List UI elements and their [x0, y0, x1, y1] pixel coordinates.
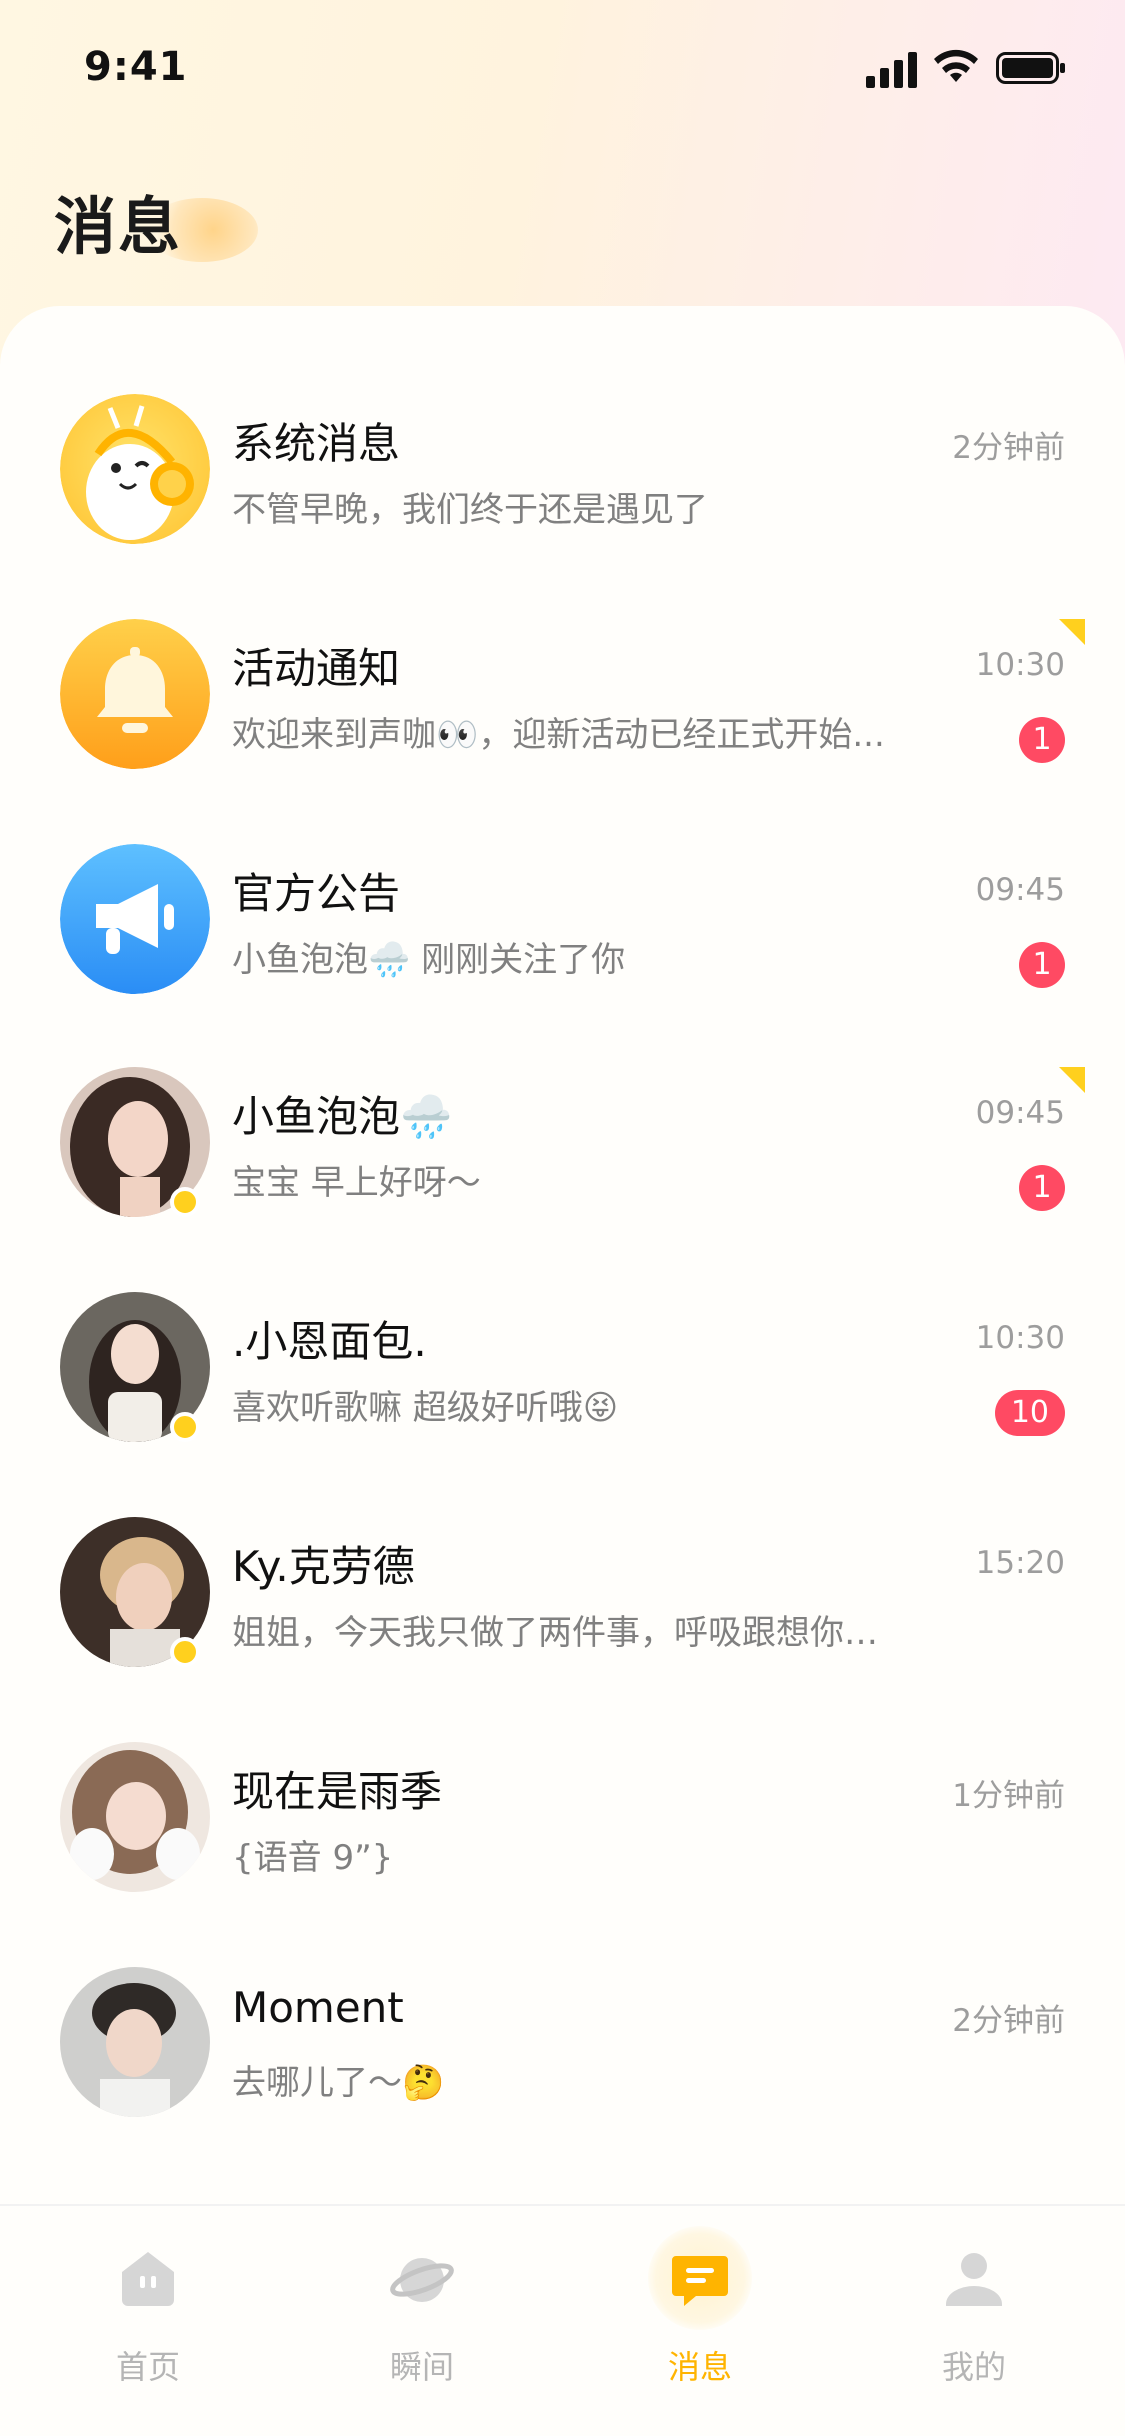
tab-label: 消息 — [667, 2348, 732, 2386]
unread-badge: 1 — [1019, 717, 1065, 763]
conversation-preview: 喜欢听歌嘛 超级好听哦😝 — [232, 1388, 619, 1428]
battery-icon — [996, 52, 1065, 84]
conversation-name: .小恩面包. — [232, 1317, 427, 1366]
page-title: 消息 — [54, 190, 183, 263]
conversation-preview: 宝宝 早上好呀～ — [232, 1163, 481, 1203]
conversation-time: 09:45 — [975, 1095, 1065, 1131]
conversation-row[interactable]: 官方公告 小鱼泡泡🌧️ 刚刚关注了你 09:45 1 — [0, 816, 1125, 1041]
unread-badge: 1 — [1019, 942, 1065, 988]
conversation-row[interactable]: 小鱼泡泡🌧️ 宝宝 早上好呀～ 09:45 1 — [0, 1039, 1125, 1264]
online-indicator — [170, 1637, 200, 1667]
tab-bar: 首页 瞬间 消息 我的 — [0, 2204, 1125, 2436]
conversation-preview: 姐姐，今天我只做了两件事，呼吸跟想你… — [232, 1613, 878, 1653]
conversation-preview: 去哪儿了～🤔 — [232, 2063, 445, 2103]
conversation-list: 系统消息 不管早晚，我们终于还是遇见了 2分钟前 活动通知 欢迎来到声咖👀，迎新… — [0, 306, 1125, 2206]
tab-profile[interactable]: 我的 — [884, 2246, 1064, 2386]
online-indicator — [170, 1412, 200, 1442]
conversation-time: 1分钟前 — [952, 1778, 1065, 1814]
conversation-name: 小鱼泡泡🌧️ — [232, 1092, 453, 1141]
conversation-time: 2分钟前 — [952, 2003, 1065, 2039]
wifi-icon — [934, 49, 978, 82]
tab-moments[interactable]: 瞬间 — [332, 2246, 512, 2386]
conversation-row[interactable]: 现在是雨季 {语音 9”} 1分钟前 — [0, 1714, 1125, 1939]
conversation-row[interactable]: .小恩面包. 喜欢听歌嘛 超级好听哦😝 10:30 10 — [0, 1264, 1125, 1489]
pin-flag-icon — [1059, 1067, 1085, 1093]
tab-label: 瞬间 — [389, 2348, 454, 2386]
user-avatar — [60, 1967, 210, 2117]
conversation-row[interactable]: Ky.克劳德 姐姐，今天我只做了两件事，呼吸跟想你… 15:20 — [0, 1489, 1125, 1714]
conversation-preview: {语音 9”} — [232, 1838, 394, 1878]
bell-icon — [60, 619, 210, 769]
conversation-time: 09:45 — [975, 872, 1065, 908]
conversation-name: 系统消息 — [232, 419, 401, 468]
profile-icon — [946, 2253, 1002, 2306]
conversation-name: Ky.克劳德 — [232, 1542, 415, 1591]
mascot-avatar — [60, 394, 210, 544]
tab-label: 我的 — [941, 2348, 1006, 2386]
status-bar: 9:41 — [0, 0, 1125, 140]
conversation-row[interactable]: Moment 去哪儿了～🤔 2分钟前 — [0, 1939, 1125, 2164]
pin-flag-icon — [1059, 619, 1085, 645]
conversation-row[interactable]: 活动通知 欢迎来到声咖👀，迎新活动已经正式开始... 10:30 1 — [0, 591, 1125, 816]
tab-messages[interactable]: 消息 — [610, 2226, 790, 2386]
conversation-preview: 不管早晚，我们终于还是遇见了 — [232, 490, 708, 530]
unread-badge: 1 — [1019, 1165, 1065, 1211]
home-icon — [122, 2252, 174, 2306]
conversation-row[interactable]: 系统消息 不管早晚，我们终于还是遇见了 2分钟前 — [0, 366, 1125, 591]
message-icon — [672, 2256, 728, 2306]
conversation-name: Moment — [232, 1983, 404, 2032]
conversation-time: 15:20 — [975, 1545, 1065, 1581]
megaphone-icon — [60, 844, 210, 994]
cellular-signal-icon — [866, 52, 917, 88]
page-header: 消息 — [54, 176, 258, 266]
user-avatar — [60, 1742, 210, 1892]
conversation-preview: 小鱼泡泡🌧️ 刚刚关注了你 — [232, 940, 626, 980]
tab-label: 首页 — [115, 2348, 180, 2386]
tab-home[interactable]: 首页 — [58, 2246, 238, 2386]
conversation-name: 现在是雨季 — [232, 1767, 443, 1816]
conversation-preview: 欢迎来到声咖👀，迎新活动已经正式开始... — [232, 715, 885, 755]
status-time: 9:41 — [84, 44, 188, 90]
conversation-time: 10:30 — [975, 1320, 1065, 1356]
unread-badge: 10 — [994, 1390, 1065, 1436]
conversation-time: 2分钟前 — [952, 430, 1065, 466]
conversation-time: 10:30 — [975, 647, 1065, 683]
planet-icon — [390, 2258, 454, 2302]
conversation-name: 官方公告 — [232, 869, 401, 918]
conversation-name: 活动通知 — [232, 644, 401, 693]
online-indicator — [170, 1187, 200, 1217]
